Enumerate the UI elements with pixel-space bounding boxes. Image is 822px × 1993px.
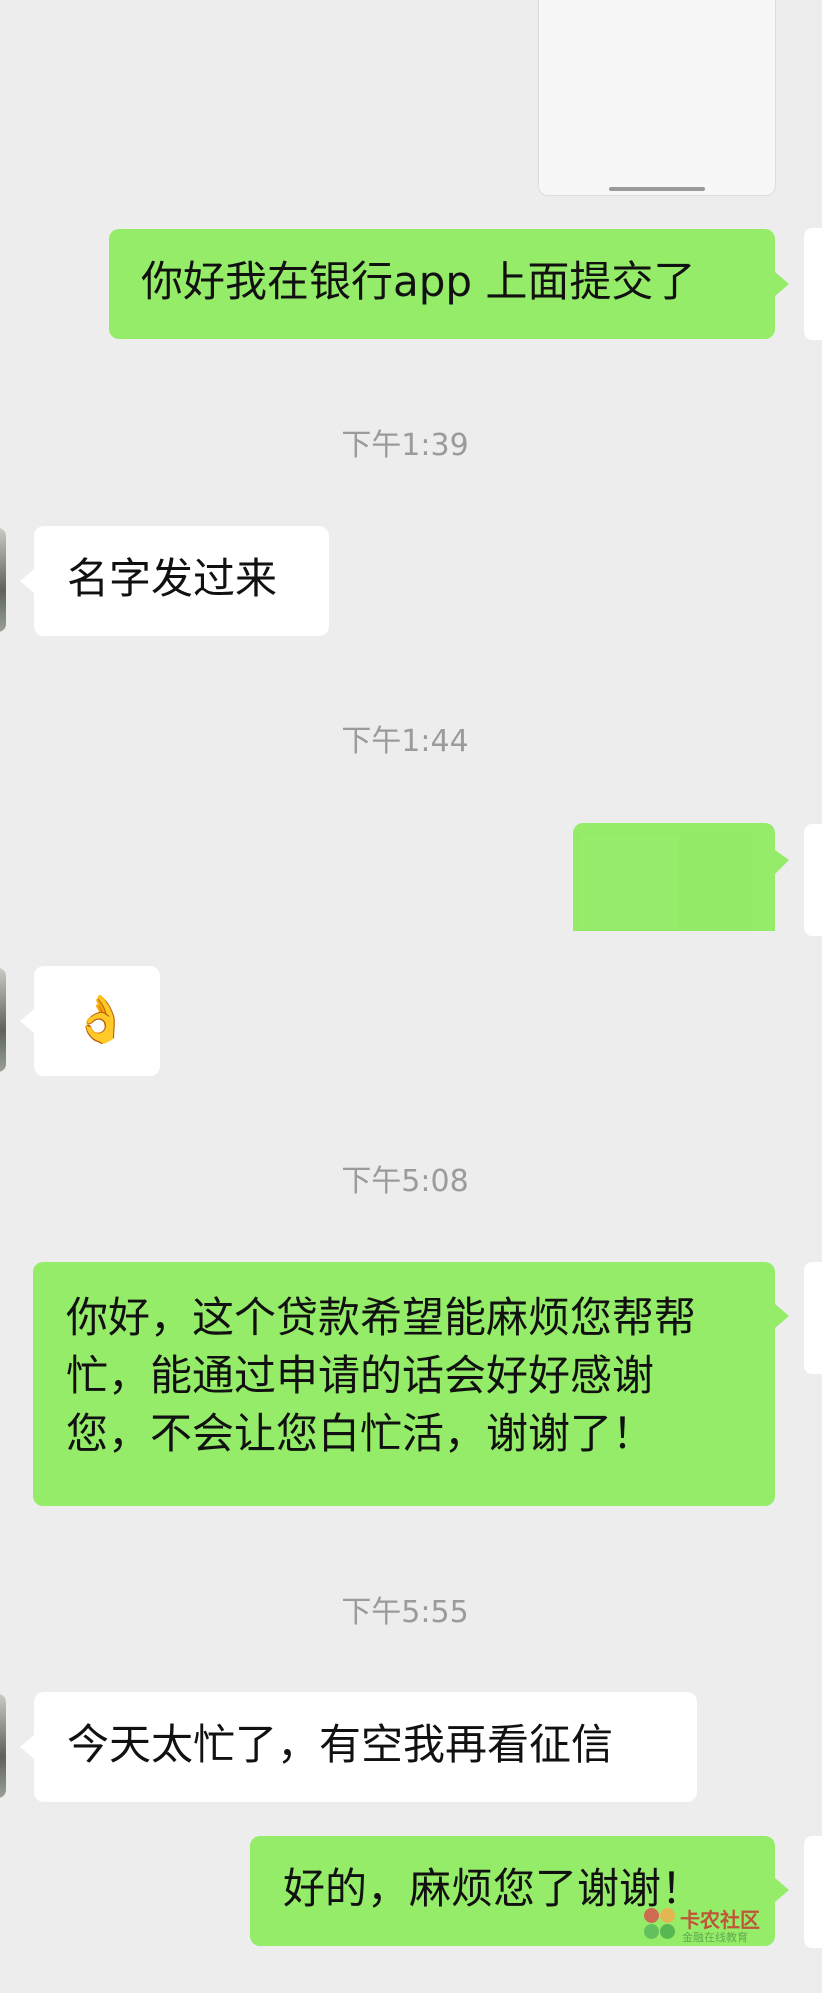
my-avatar[interactable]: [804, 824, 822, 936]
image-redaction-highlight: [579, 835, 679, 929]
image-card-bar: [609, 187, 705, 191]
timestamp: 下午5:08: [341, 1164, 469, 1199]
message-text: 名字发过来: [67, 554, 278, 603]
timestamp: 下午1:44: [341, 724, 469, 759]
watermark-tagline: 金融在线教育: [682, 1931, 748, 1944]
message-text-line: 忙，能通过申请的话会好好感谢: [66, 1351, 655, 1400]
message-text: 你好我在银行app 上面提交了: [141, 257, 696, 306]
message-text: 好的，麻烦您了谢谢！: [283, 1864, 704, 1913]
message-bubble-received[interactable]: 👌: [34, 966, 160, 1076]
ok-hand-emoji: 👌: [72, 992, 130, 1046]
image-message-redacted[interactable]: [573, 823, 775, 931]
message-bubble-received[interactable]: 今天太忙了，有空我再看征信: [34, 1692, 697, 1802]
bubble-tail: [20, 1735, 34, 1759]
contact-avatar[interactable]: [0, 1694, 6, 1798]
message-bubble-received[interactable]: 名字发过来: [34, 526, 329, 636]
clover-icon: [644, 1908, 676, 1940]
my-avatar[interactable]: [804, 1262, 822, 1374]
bubble-tail: [775, 850, 789, 874]
message-bubble-sent[interactable]: 你好，这个贷款希望能麻烦您帮帮 忙，能通过申请的话会好好感谢 您，不会让您白忙活…: [33, 1262, 775, 1506]
my-avatar[interactable]: [804, 228, 822, 340]
timestamp: 下午1:39: [341, 428, 469, 463]
bubble-tail: [775, 1304, 789, 1328]
timestamp: 下午5:55: [341, 1595, 469, 1630]
bubble-tail: [20, 1009, 34, 1033]
bubble-tail: [20, 569, 34, 593]
bubble-tail: [775, 1878, 789, 1902]
message-text-line: 你好，这个贷款希望能麻烦您帮帮: [66, 1293, 697, 1342]
contact-avatar[interactable]: [0, 528, 6, 632]
message-text: 今天太忙了，有空我再看征信: [67, 1720, 614, 1769]
contact-avatar[interactable]: [0, 968, 6, 1072]
bubble-tail: [775, 272, 789, 296]
message-text-line: 您，不会让您白忙活，谢谢了！: [66, 1409, 655, 1458]
message-bubble-sent[interactable]: 你好我在银行app 上面提交了: [109, 229, 775, 339]
my-avatar[interactable]: [804, 1836, 822, 1948]
image-message-card[interactable]: [538, 0, 776, 196]
watermark-logo: 卡农社区 金融在线教育: [644, 1904, 774, 1944]
